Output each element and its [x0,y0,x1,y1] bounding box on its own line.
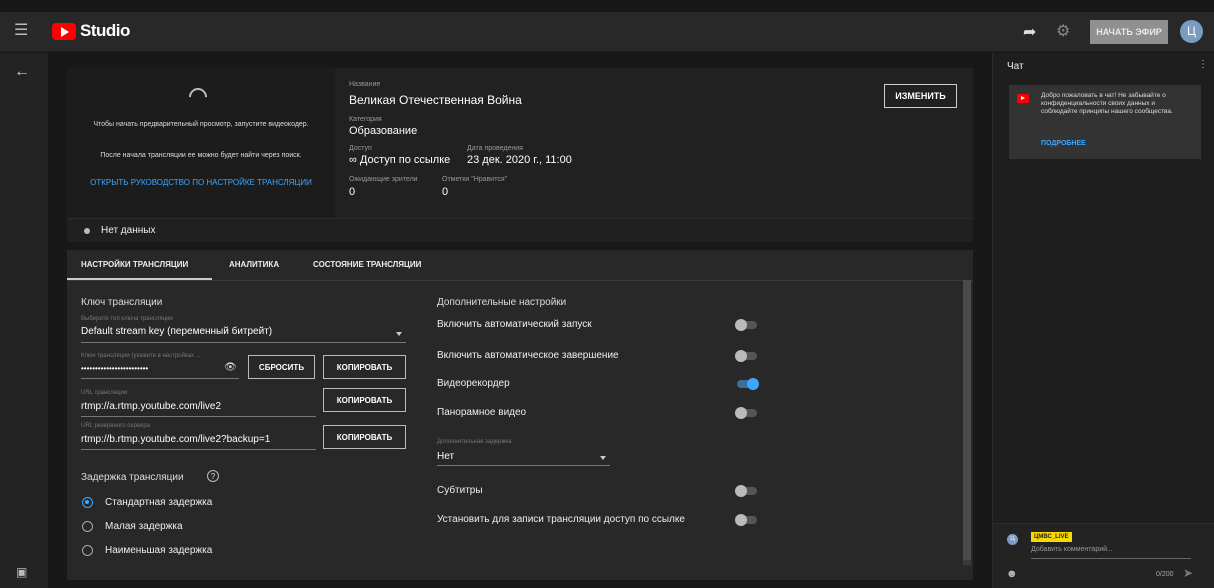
stream-key-title: Ключ трансляции [81,297,163,308]
extra-delay-select[interactable]: Нет [437,451,454,462]
chat-input[interactable]: Добавить комментарий... [1031,546,1113,553]
stream-url-field[interactable]: rtmp://a.rtmp.youtube.com/live2 [81,401,221,412]
key-type-label: Выберите тип ключа трансляции [81,316,173,322]
copy-url-button[interactable]: КОПИРОВАТЬ [323,388,406,412]
stream-key-label: Ключ трансляции (укажите в настройках ..… [81,353,201,359]
tab-stream-health[interactable]: СОСТОЯНИЕ ТРАНСЛЯЦИИ [313,260,421,269]
share-icon[interactable]: ➦ [1023,22,1041,41]
stream-key-field[interactable]: •••••••••••••••••••••••• [81,364,148,373]
send-icon[interactable]: ➤ [1183,566,1193,580]
feedback-icon[interactable]: ▣ [16,565,27,579]
panoramic-toggle[interactable] [735,407,757,419]
auto-stop-label: Включить автоматическое завершение [437,350,619,361]
back-arrow-icon[interactable]: ← [14,63,30,81]
loading-spinner-icon [185,84,211,110]
avatar: Ц [1007,534,1018,545]
app-name[interactable]: Studio [80,21,130,41]
stream-health-bar: Нет данных [67,218,973,242]
emoji-icon[interactable]: ☻ [1006,568,1018,580]
scrollbar[interactable] [963,280,971,565]
access-label: Доступ [349,145,372,152]
dvr-label: Видеорекордер [437,378,510,389]
left-sidebar: ← ▣ [0,53,48,588]
top-bar: ☰ Studio ➦ ⚙ НАЧАТЬ ЭФИР Ц [0,12,1214,52]
subtitles-label: Субтитры [437,485,483,496]
date-label: Дата проведения [467,145,523,152]
settings-panel: НАСТРОЙКИ ТРАНСЛЯЦИИ АНАЛИТИКА СОСТОЯНИЕ… [67,250,973,580]
viewers-label: Ожидающие зрители [349,176,418,183]
title-label: Название [349,81,381,88]
avatar[interactable]: Ц [1180,20,1203,43]
preview-search-hint: После начала трансляции ее можно будет н… [100,152,302,159]
panoramic-label: Панорамное видео [437,407,527,418]
access-value: ∞ Доступ по ссылке [349,154,451,166]
copy-backup-url-button[interactable]: КОПИРОВАТЬ [323,425,406,449]
subtitles-toggle[interactable] [735,485,757,497]
backup-url-field[interactable]: rtmp://b.rtmp.youtube.com/live2?backup=1 [81,434,270,445]
latency-option-low[interactable]: Малая задержка [105,521,183,532]
backup-url-label: URL резервного сервера [81,423,151,429]
status-text: Нет данных [101,225,156,236]
stream-info-card: Чтобы начать предварительный просмотр, з… [67,68,973,218]
likes-value: 0 [442,186,449,198]
chat-input-underline [1031,558,1191,559]
reset-key-button[interactable]: СБРОСИТЬ [248,355,315,379]
chat-welcome-card: Добро пожаловать в чат! Не забывайте о к… [1009,85,1201,159]
setup-guide-link[interactable]: ОТКРЫТЬ РУКОВОДСТВО ПО НАСТРОЙКЕ ТРАНСЛЯ… [81,178,321,187]
tab-stream-settings[interactable]: НАСТРОЙКИ ТРАНСЛЯЦИИ [81,260,188,269]
chat-panel: Чат ⋮ Добро пожаловать в чат! Не забывай… [992,53,1214,588]
auto-stop-toggle[interactable] [735,350,757,362]
radio-standard-latency[interactable] [82,497,93,508]
category-value: Образование [349,125,418,137]
key-type-underline [81,342,406,343]
youtube-logo-icon [1017,94,1029,103]
tabs-divider [67,280,973,281]
stream-key-underline [81,378,239,379]
stream-url-label: URL трансляции [81,390,128,396]
more-options-icon[interactable]: ⋮ [1198,59,1208,70]
latency-option-ultra-low[interactable]: Наименьшая задержка [105,545,212,556]
key-type-select[interactable]: Default stream key (переменный битрейт) [81,326,272,337]
char-counter: 0/200 [1156,571,1174,578]
scrollbar-thumb[interactable] [963,280,971,560]
latency-option-standard[interactable]: Стандартная задержка [105,497,212,508]
stream-url-underline [81,416,316,417]
likes-label: Отметки "Нравится" [442,176,508,183]
status-dot-icon [84,228,90,234]
edit-button[interactable]: ИЗМЕНИТЬ [884,84,957,108]
unlisted-label: Установить для записи трансляции доступ … [437,514,685,525]
dvr-toggle[interactable] [737,378,759,390]
auto-start-label: Включить автоматический запуск [437,319,592,330]
copy-key-button[interactable]: КОПИРОВАТЬ [323,355,406,379]
youtube-logo-icon[interactable] [52,23,76,40]
hamburger-menu-icon[interactable]: ☰ [14,22,32,40]
eye-off-icon[interactable]: 👁 [224,362,237,373]
preview-hint: Чтобы начать предварительный просмотр, з… [93,121,309,128]
chat-username-badge: ЦМВС_LIVE [1031,532,1072,542]
tab-analytics[interactable]: АНАЛИТИКА [229,260,279,269]
gear-icon[interactable]: ⚙ [1056,21,1074,40]
extra-delay-underline [437,465,610,466]
chat-input-area: Ц ЦМВС_LIVE Добавить комментарий... ☻ 0/… [993,523,1214,588]
advanced-title: Дополнительные настройки [437,297,567,308]
radio-ultra-low-latency[interactable] [82,545,93,556]
category-label: Категория [349,116,382,123]
auto-start-toggle[interactable] [735,319,757,331]
learn-more-link[interactable]: ПОДРОБНЕЕ [1041,140,1086,147]
stream-title: Великая Отечественная Война [349,93,522,107]
chevron-down-icon[interactable] [600,456,606,460]
date-value: 23 дек. 2020 г., 11:00 [467,154,572,166]
radio-low-latency[interactable] [82,521,93,532]
preview-area: Чтобы начать предварительный просмотр, з… [67,68,335,218]
chat-welcome-text: Добро пожаловать в чат! Не забывайте о к… [1041,92,1173,115]
unlisted-toggle[interactable] [735,514,757,526]
backup-url-underline [81,449,316,450]
viewers-value: 0 [349,186,356,198]
chevron-down-icon[interactable] [396,332,402,336]
go-live-button[interactable]: НАЧАТЬ ЭФИР [1090,20,1168,44]
help-icon[interactable]: ? [207,470,219,482]
chat-title: Чат [1007,61,1024,72]
latency-title: Задержка трансляции [81,472,184,483]
extra-delay-label: Дополнительная задержка [437,439,512,445]
